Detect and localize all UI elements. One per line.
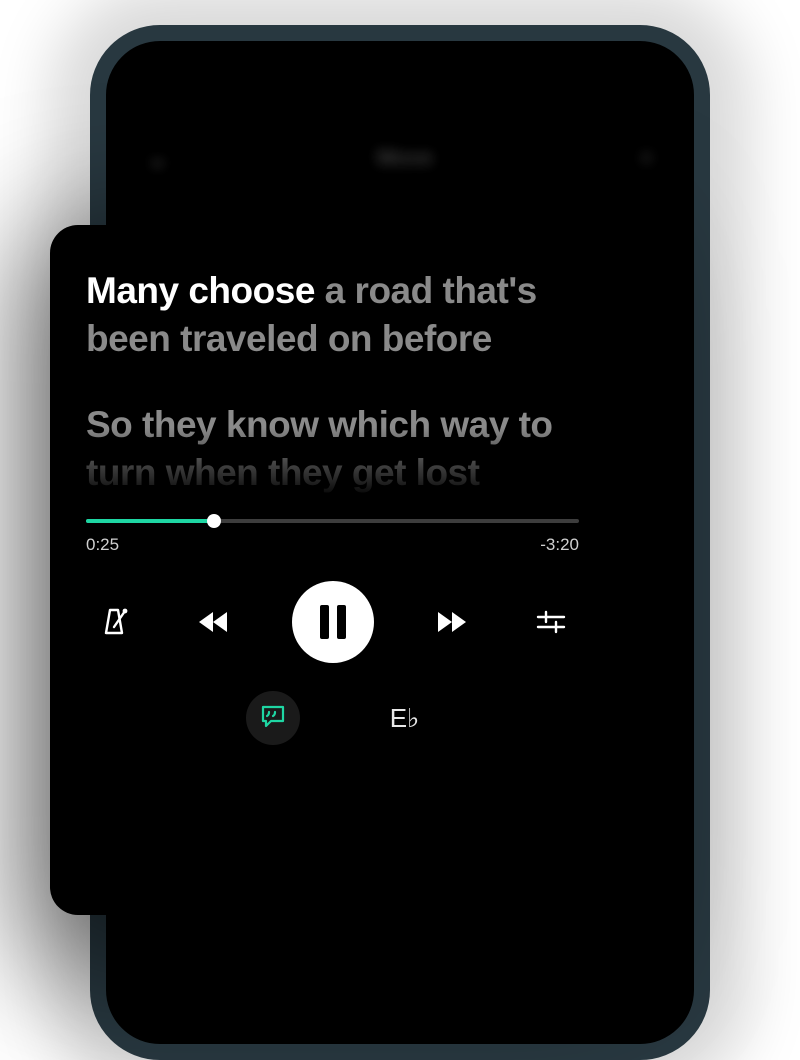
time-elapsed: 0:25 — [86, 535, 119, 555]
pause-button[interactable] — [292, 581, 374, 663]
lyric-line-1: Many choose a road that's been traveled … — [86, 267, 579, 363]
progress-section: 0:25 -3:20 — [86, 519, 579, 555]
time-row: 0:25 -3:20 — [86, 535, 579, 555]
lyrics-fade — [86, 427, 579, 517]
progress-thumb[interactable] — [207, 514, 221, 528]
time-remaining: -3:20 — [540, 535, 579, 555]
player-card: Many choose a road that's been traveled … — [50, 225, 615, 915]
phone-header: ⌄ Move ≡ — [106, 141, 694, 174]
rewind-button[interactable] — [191, 598, 239, 646]
phone-title: Move — [169, 145, 640, 171]
bottom-row: E♭ — [86, 691, 579, 745]
key-button[interactable]: E♭ — [390, 703, 420, 734]
forward-icon — [430, 607, 470, 637]
pause-icon — [316, 605, 350, 639]
lyrics-toggle-button[interactable] — [246, 691, 300, 745]
lyrics-icon — [259, 702, 287, 735]
tuning-button[interactable] — [527, 598, 575, 646]
forward-button[interactable] — [426, 598, 474, 646]
metronome-icon — [97, 605, 131, 639]
tuning-icon — [534, 605, 568, 639]
rewind-icon — [195, 607, 235, 637]
lyric-active-text: Many choose — [86, 270, 315, 311]
progress-track[interactable] — [86, 519, 579, 523]
progress-fill — [86, 519, 214, 523]
metronome-button[interactable] — [90, 598, 138, 646]
transport-controls — [86, 581, 579, 663]
menu-icon: ≡ — [640, 145, 654, 171]
chevron-down-icon: ⌄ — [146, 141, 169, 174]
